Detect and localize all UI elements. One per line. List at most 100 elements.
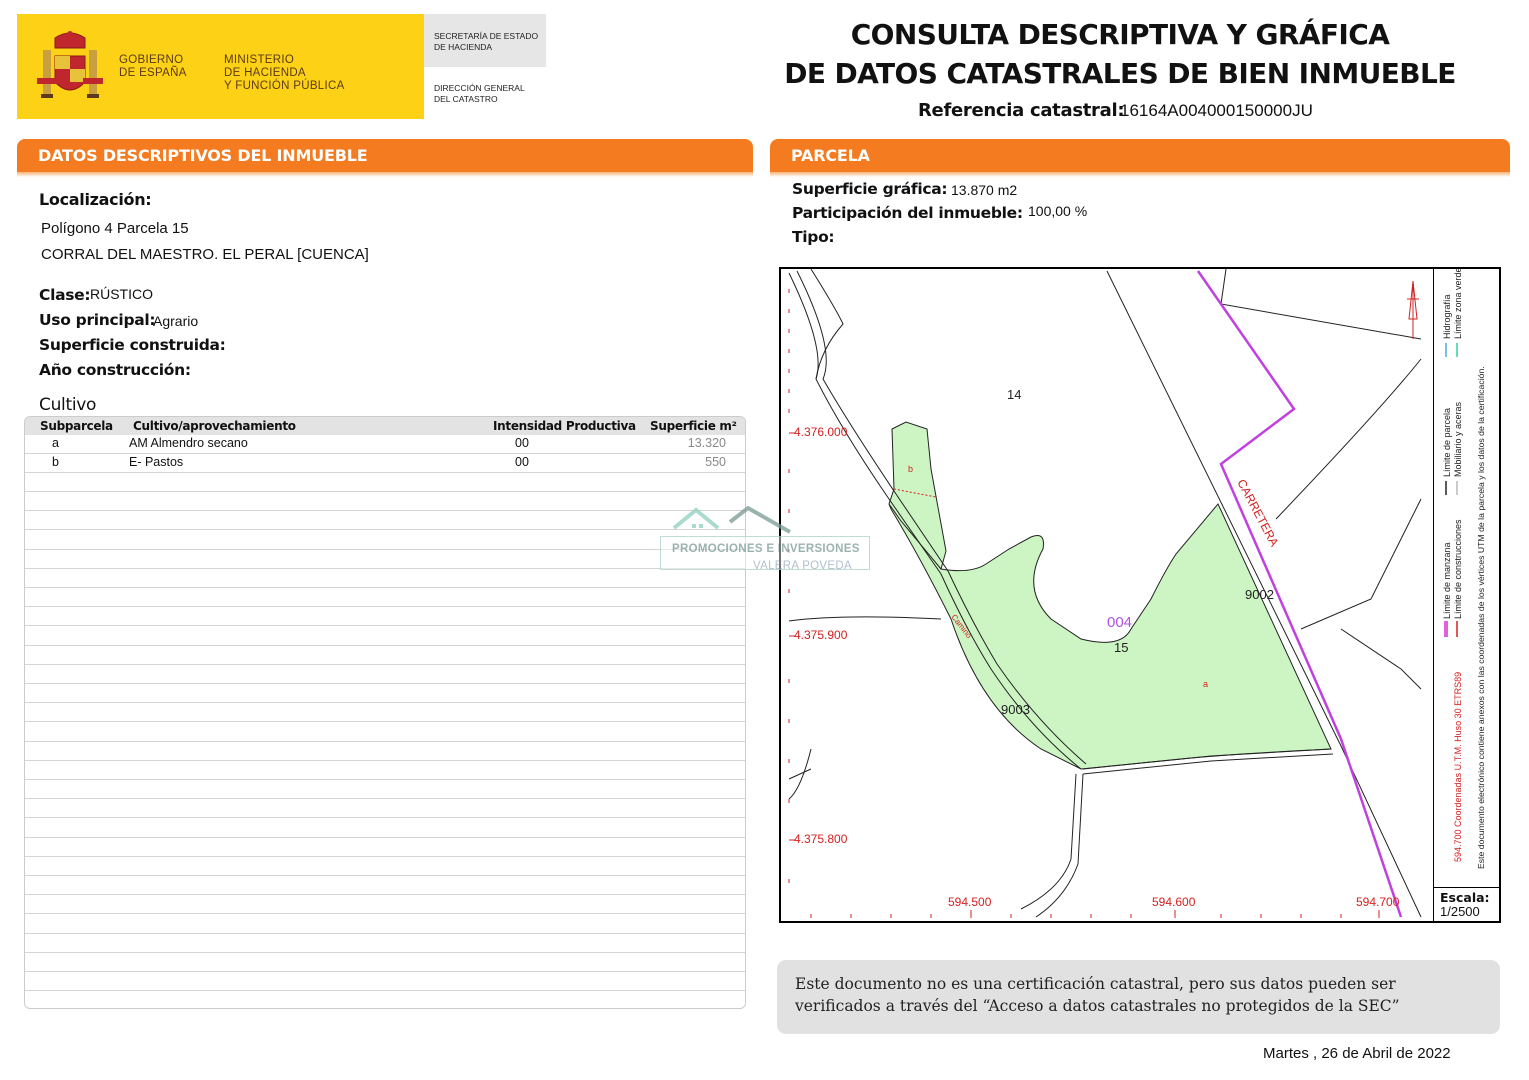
clase-value: RÚSTICO: [90, 286, 153, 302]
cell-superficie: 13.320: [687, 436, 726, 450]
table-row-empty: [25, 703, 745, 723]
superficie-grafica-value: 13.870 m2: [951, 182, 1018, 198]
cell-intensidad: 00: [515, 455, 529, 469]
tipo-label: Tipo:: [792, 228, 835, 246]
header-cultivo: Cultivo/aprovechamiento: [133, 419, 296, 433]
table-row-empty: [25, 799, 745, 819]
table-row-empty: [25, 569, 745, 588]
parcel-label: 14: [1007, 387, 1021, 402]
table-row-empty: [25, 723, 745, 742]
legend-limite-parcela: Límite de parcela: [1442, 408, 1452, 477]
table-row-empty: [25, 991, 745, 1008]
table-row-empty: [25, 646, 745, 665]
cell-superficie: 550: [705, 455, 726, 469]
disclaimer-note: Este documento no es una certificación c…: [777, 960, 1500, 1034]
section-header-datos: DATOS DESCRIPTIVOS DEL INMUEBLE: [17, 139, 753, 177]
legend-mobiliario: Mobiliario y aceras: [1453, 401, 1463, 477]
map-legend: Límite de manzana Límite de parcela Hidr…: [1433, 269, 1501, 887]
table-row-empty: [25, 588, 745, 608]
cell-subparcela: b: [52, 455, 59, 469]
table-row-empty: [25, 742, 745, 761]
uso-value: Agrario: [153, 313, 199, 329]
cadastral-map: 4.376.000 4.375.900 4.375.800 594.500 59…: [779, 267, 1501, 923]
cell-cultivo: AM Almendro secano: [129, 436, 248, 450]
uso-label: Uso principal:: [39, 311, 156, 329]
cultivo-title: Cultivo: [39, 395, 97, 415]
table-row-empty: [25, 972, 745, 992]
polygon-label: 004: [1107, 614, 1132, 631]
localizacion-line2: CORRAL DEL MAESTRO. EL PERAL [CUENCA]: [41, 246, 369, 263]
x-label: 594.700: [1356, 895, 1400, 909]
table-row-empty: [25, 895, 745, 915]
watermark-house-icon: [672, 506, 791, 534]
document-title: CONSULTA DESCRIPTIVA Y GRÁFICA DE DATOS …: [784, 18, 1456, 90]
legend-limite-construcciones: Límite de construcciones: [1453, 519, 1463, 619]
coat-of-arms-icon: [37, 31, 103, 98]
table-row-empty: [25, 934, 745, 953]
subparcel-label: b: [908, 464, 913, 474]
table-row-empty: [25, 550, 745, 569]
participacion-value: 100,00 %: [1028, 203, 1088, 219]
scale-label: Escala:: [1440, 890, 1490, 905]
legend-limite-manzana: Límite de manzana: [1442, 542, 1452, 619]
header-subparcela: Subparcela: [40, 419, 113, 433]
table-row-empty: [25, 607, 745, 627]
cell-intensidad: 00: [515, 436, 529, 450]
header-superficie: Superficie m²: [650, 419, 737, 433]
government-banner: GOBIERNO DE ESPAÑA MINISTERIO DE HACIEND…: [17, 14, 424, 119]
scale-value: 1/2500: [1440, 904, 1480, 919]
table-row-empty: [25, 665, 745, 684]
referencia-value: 16164A004000150000JU: [1120, 101, 1313, 120]
table-row-empty: [25, 684, 745, 704]
localizacion-line1: Polígono 4 Parcela 15: [41, 220, 189, 237]
legend-zona-verde: Límite zona verde: [1453, 269, 1463, 339]
header-intensidad: Intensidad Productiva: [493, 419, 636, 433]
document-date: Martes , 26 de Abril de 2022: [1263, 1045, 1451, 1062]
watermark: PROMOCIONES E INVERSIONES VALERA POVEDA: [660, 506, 872, 578]
cell-cultivo: E- Pastos: [129, 455, 184, 469]
cell-subparcela: a: [52, 436, 59, 450]
table-row-empty: [25, 857, 745, 876]
y-label: 4.375.800: [794, 832, 848, 846]
participacion-label: Participación del inmueble:: [792, 204, 1023, 222]
table-row: a AM Almendro secano 00 13.320: [25, 435, 745, 454]
superficie-grafica-label: Superficie gráfica:: [792, 180, 948, 198]
parcel-label: 9002: [1245, 587, 1274, 602]
subparcel-label: a: [1203, 679, 1208, 689]
table-row-empty: [25, 761, 745, 780]
north-arrow-icon: [1407, 280, 1419, 339]
table-row-empty: [25, 819, 745, 838]
table-row-empty: [25, 511, 745, 531]
section-header-parcela: PARCELA: [770, 139, 1510, 177]
table-header: Subparcela Cultivo/aprovechamiento Inten…: [25, 417, 745, 435]
localizacion-label: Localización:: [39, 190, 152, 209]
watermark-line2: VALERA POVEDA: [753, 560, 852, 572]
legend-hidrografia: Hidrografía: [1442, 294, 1452, 339]
table-row-empty: [25, 627, 745, 646]
ministry-label: MINISTERIO DE HACIENDA Y FUNCIÓN PÚBLICA: [224, 54, 345, 92]
secretaria-label: SECRETARÍA DE ESTADO DE HACIENDA: [434, 31, 539, 52]
legend-coords-note: 594.700 Coordenadas U.T.M. Huso 30 ETRS8…: [1453, 672, 1463, 862]
parcel-label: 9003: [1001, 702, 1030, 717]
parcel-a-fill: [888, 503, 1332, 770]
table-row-empty: [25, 838, 745, 857]
table-row-empty: [25, 531, 745, 550]
superficie-construida-label: Superficie construida:: [39, 336, 226, 354]
table-row-empty: [25, 915, 745, 934]
table-row-empty: [25, 780, 745, 800]
x-label: 594.500: [948, 895, 992, 909]
anio-construccion-label: Año construcción:: [39, 361, 191, 379]
gobierno-label: GOBIERNO DE ESPAÑA: [119, 54, 187, 79]
bottom-axis-ticks: [810, 910, 1380, 918]
y-label: 4.375.900: [794, 628, 848, 642]
legend-electronic-note: Este documento electrónico contiene anex…: [1476, 366, 1486, 869]
map-drawing: 4.376.000 4.375.900 4.375.800 594.500 59…: [788, 269, 1422, 918]
table-row: b E- Pastos 00 550: [25, 454, 745, 473]
scale-box: Escala: 1/2500: [1433, 887, 1501, 921]
clase-label: Clase:: [39, 286, 91, 304]
table-row-empty: [25, 953, 745, 972]
x-label: 594.600: [1152, 895, 1196, 909]
direccion-label: DIRECCIÓN GENERAL DEL CATASTRO: [434, 83, 525, 104]
parcel-label: 15: [1114, 640, 1128, 655]
y-label: 4.376.000: [794, 425, 848, 439]
